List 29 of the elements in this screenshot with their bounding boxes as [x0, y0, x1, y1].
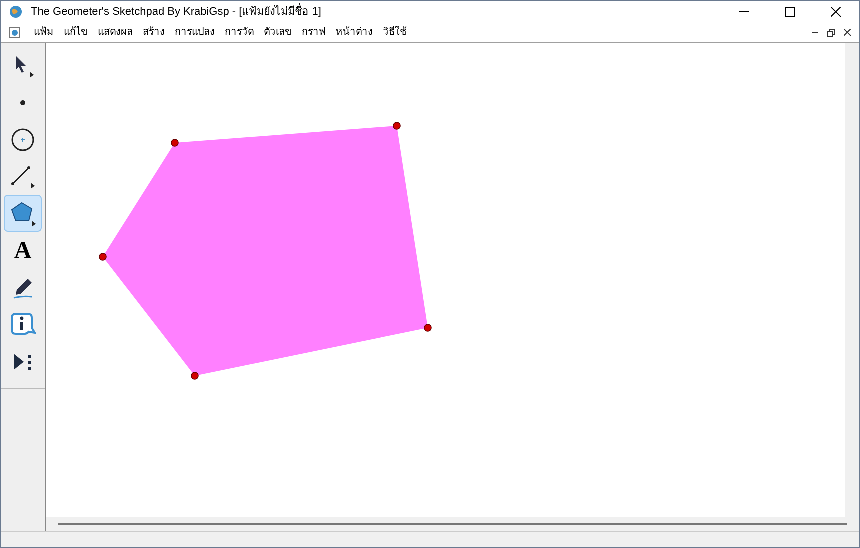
minimize-icon — [739, 11, 749, 13]
point-icon — [20, 100, 26, 106]
menu-item[interactable]: กราฟ — [297, 25, 331, 40]
restore-icon — [827, 28, 835, 36]
menu-item[interactable]: การวัด — [220, 25, 259, 40]
menu-item[interactable]: หน้าต่าง — [331, 25, 378, 40]
maximize-icon — [785, 7, 795, 17]
app-globe-icon — [9, 5, 23, 19]
menu-item[interactable]: การแปลง — [170, 25, 220, 40]
window-title: The Geometer's Sketchpad By KrabiGsp - [แฟ้มยังไม่มีชื่อ 1] — [31, 4, 322, 20]
circle-icon — [11, 128, 35, 152]
minimize-icon — [812, 32, 818, 34]
play-dots-icon — [12, 352, 34, 372]
menu-item[interactable]: แก้ไข — [59, 25, 93, 40]
horizontal-scrollbar[interactable] — [58, 523, 847, 525]
menu-item[interactable]: ตัวเลข — [259, 25, 297, 40]
menu-item[interactable]: สร้าง — [138, 25, 170, 40]
menu-item[interactable]: แสดงผล — [93, 25, 138, 40]
info-icon — [10, 312, 36, 338]
close-icon — [831, 7, 841, 17]
document-icon — [9, 26, 21, 38]
menu-item[interactable]: วิธีใช้ — [378, 25, 412, 40]
close-icon — [844, 29, 850, 36]
menu-item[interactable]: แฟ้ม — [29, 25, 59, 40]
tool-button[interactable]: A — [4, 232, 42, 269]
text-tool-glyph: A — [14, 238, 32, 262]
tool-button[interactable] — [4, 195, 42, 232]
polygon-icon — [9, 200, 37, 228]
line-segment-icon — [10, 164, 36, 190]
